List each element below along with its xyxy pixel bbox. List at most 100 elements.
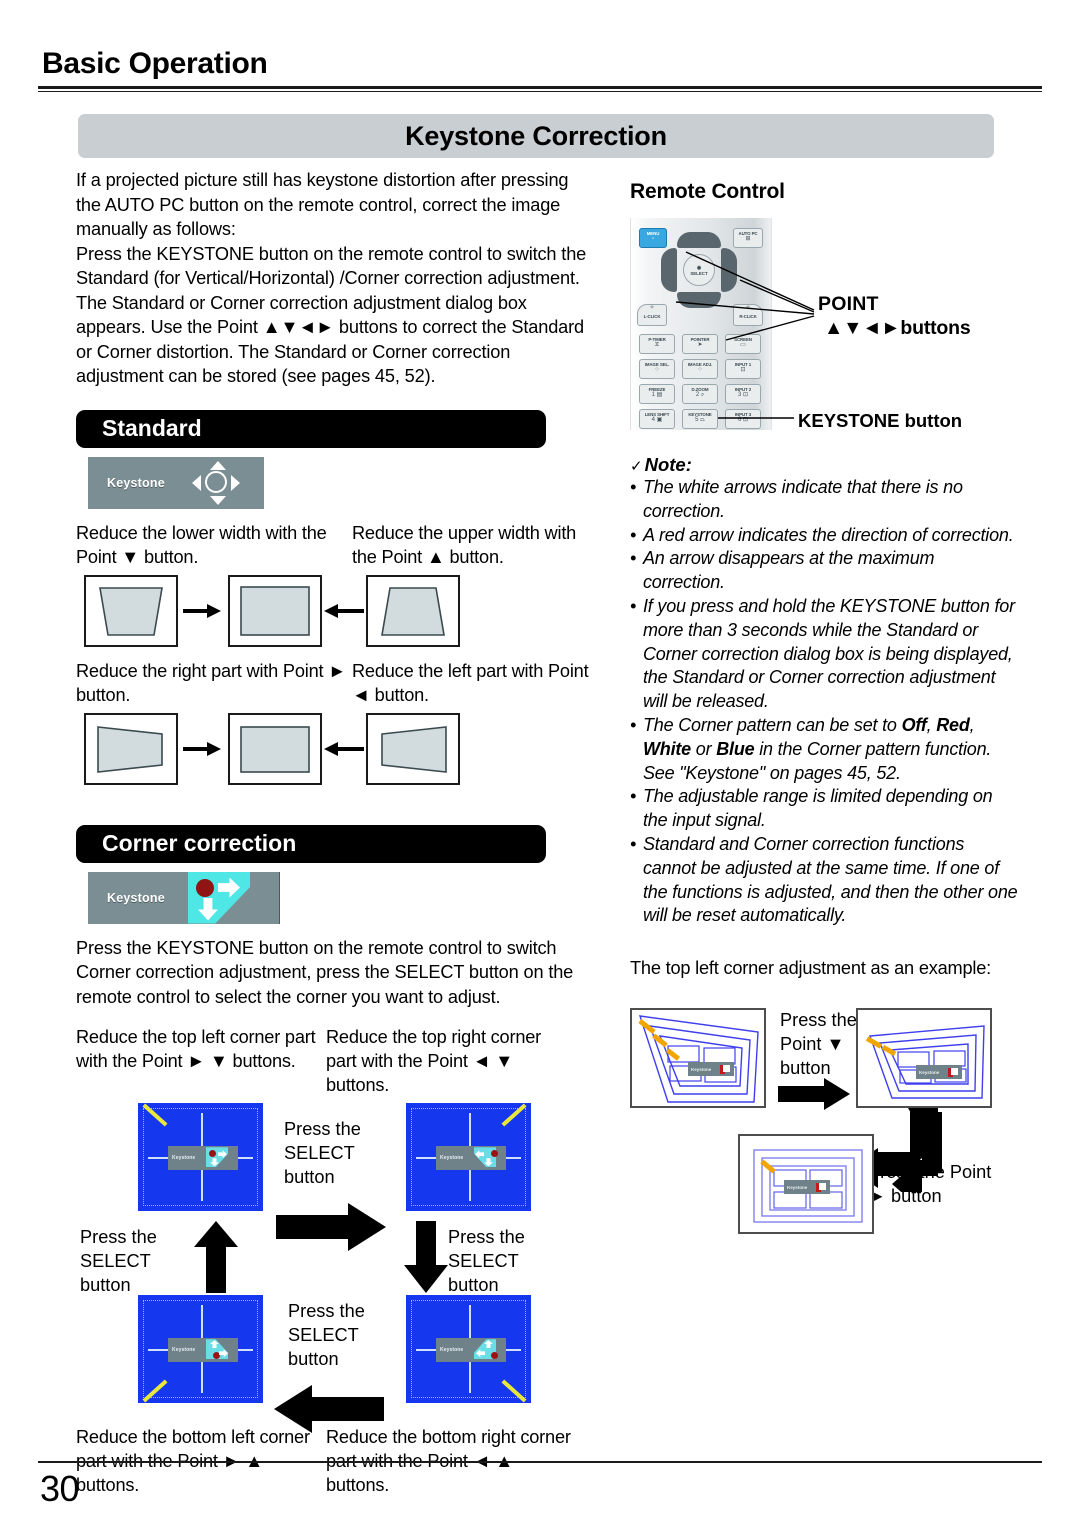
note-title: ✓ Note:: [630, 454, 1020, 476]
select-arrow-down-icon: [404, 1221, 448, 1293]
point-label-line1: POINT: [818, 293, 879, 315]
corner-pattern-icon: [206, 1147, 232, 1169]
arrow-right-icon: [183, 603, 223, 618]
arrow-left-icon: [324, 741, 364, 756]
corner-diagram-grid: Keystone Press the SELECT button Keyston…: [76, 1103, 596, 1433]
note-item: The Corner pattern can be set to Off, Re…: [630, 714, 1020, 785]
diagram-trapezoid-narrow-top: [366, 574, 460, 647]
example-diagram-row: Keystone Press the Point ▼ button Keysto…: [630, 1000, 1020, 1240]
white-arrow-icon: [818, 1183, 826, 1191]
right-column: Remote Control MENU ▫ AUTO PC ⊞ ◉ SELECT…: [630, 180, 1020, 1240]
footer-rule: [38, 1461, 1042, 1463]
header-rule-thick: [38, 86, 1042, 89]
screen-osd-label: Keystone: [440, 1347, 464, 1354]
select-arrow-up-icon: [194, 1221, 238, 1293]
screen-keystone-osd: Keystone: [436, 1338, 506, 1362]
press-select-bottom-label: Press the SELECT button: [288, 1301, 365, 1369]
corner-captions-top: Reduce the top left corner part with the…: [76, 1025, 596, 1097]
example-keystone-osd: Keystone: [784, 1180, 830, 1195]
example-screen-step-1: Keystone: [630, 1008, 766, 1109]
corner-keystone-osd: Keystone: [88, 871, 280, 924]
white-arrow-icon: [722, 1065, 730, 1073]
standard-captions-row-1: Reduce the lower width with the Point ▼ …: [76, 521, 596, 569]
corner-intro-paragraph: Press the KEYSTONE button on the remote …: [76, 936, 596, 1010]
section-title-bar: Keystone Correction: [78, 114, 994, 158]
screen-keystone-osd: Keystone: [168, 1338, 238, 1362]
page-number: 30: [40, 1468, 80, 1509]
note-title-text: Note:: [644, 454, 692, 475]
keystone-button-label: KEYSTONE button: [798, 410, 963, 431]
header-rule-thin: [38, 91, 1042, 92]
note-item: If you press and hold the KEYSTONE butto…: [630, 595, 1020, 714]
note-item: A red arrow indicates the direction of c…: [630, 524, 1020, 548]
corner-screen-bottom-right: Keystone: [406, 1295, 531, 1403]
arrow-down-icon: [210, 495, 226, 505]
intro-paragraph: If a projected picture still has keyston…: [76, 168, 596, 389]
red-dot-icon: [196, 878, 214, 897]
screen-keystone-osd: Keystone: [436, 1146, 506, 1170]
note-item: The white arrows indicate that there is …: [630, 476, 1020, 524]
select-arrow-left-icon: [274, 1385, 384, 1433]
example-block: The top left corner adjustment as an exa…: [630, 956, 1020, 1240]
example-intro: The top left corner adjustment as an exa…: [630, 958, 992, 979]
standard-keystone-osd: Keystone: [88, 456, 264, 509]
diagram-trapezoid-narrow-bottom: [84, 574, 178, 647]
standard-section-label: Standard: [102, 415, 202, 441]
press-select-top-label: Press the SELECT button: [284, 1119, 361, 1187]
corner-pattern-icon: [474, 1147, 500, 1169]
arrow-right-icon: [183, 741, 223, 756]
corner-section-label: Corner correction: [102, 830, 297, 856]
press-select-left-label: Press the SELECT button: [80, 1227, 157, 1295]
point-buttons-label: POINT ▲▼◄►buttons: [818, 293, 971, 340]
intro-text: If a projected picture still has keyston…: [76, 170, 587, 386]
example-osd-label: Keystone: [919, 1069, 940, 1075]
example-osd-label: Keystone: [787, 1184, 808, 1190]
corner-pattern-icon: [188, 871, 250, 924]
caption-reduce-upper-width: Reduce the upper width with the Point ▲ …: [352, 522, 577, 567]
chapter-title: Basic Operation: [42, 47, 268, 80]
corner-screen-top-left: Keystone: [138, 1103, 263, 1211]
example-screen-step-2: Keystone: [856, 1008, 992, 1109]
diagram-trapezoid-narrow-right: [84, 712, 178, 785]
caption-reduce-left-part: Reduce the left part with Point ◄ button…: [352, 660, 589, 705]
caption-top-right-corner: Reduce the top right corner part with th…: [326, 1027, 541, 1095]
standard-diagram-row-2: [84, 712, 596, 785]
caption-reduce-lower-width: Reduce the lower width with the Point ▼ …: [76, 522, 327, 567]
corner-pattern-icon: [474, 1339, 500, 1361]
corner-screen-top-right: Keystone: [406, 1103, 531, 1211]
example-arrow-right-icon: [778, 1078, 850, 1111]
left-column: If a projected picture still has keyston…: [76, 168, 596, 1497]
arrow-gap-2: [322, 603, 366, 618]
corner-screen-bottom-left: Keystone: [138, 1295, 263, 1403]
select-arrow-right-icon: [276, 1203, 386, 1251]
arrow-up-icon: [210, 460, 226, 470]
note-block: ✓Note: The white arrows indicate that th…: [630, 454, 1020, 928]
corner-intro-text: Press the KEYSTONE button on the remote …: [76, 937, 574, 1007]
press-point-down-label: Press the Point ▼ button: [780, 1010, 857, 1079]
white-arrow-icon: [950, 1068, 958, 1076]
standard-diagram-row-1: [84, 574, 596, 647]
caption-top-left-corner: Reduce the top left corner part with the…: [76, 1027, 316, 1071]
arrow-gap-3: [178, 741, 228, 756]
arrow-gap-4: [322, 741, 366, 756]
press-point-right-label: Press the Point ► button: [868, 1162, 992, 1207]
screen-osd-label: Keystone: [172, 1347, 196, 1354]
example-osd-label: Keystone: [691, 1066, 712, 1072]
corner-pattern-icon: [206, 1339, 232, 1361]
note-item: An arrow disappears at the maximum corre…: [630, 547, 1020, 595]
note-item: Standard and Corner correction functions…: [630, 833, 1020, 928]
diagram-trapezoid-narrow-left: [366, 712, 460, 785]
arrow-left-icon: [324, 603, 364, 618]
note-list: The white arrows indicate that there is …: [630, 476, 1020, 928]
arrow-gap-1: [178, 603, 228, 618]
corner-section-bar: Corner correction: [76, 824, 546, 863]
press-select-right-label: Press the SELECT button: [448, 1227, 525, 1295]
diagram-rectangle-corrected-1: [228, 574, 322, 647]
corner-cyan-wedge-icon: [188, 871, 250, 924]
osd-label-keystone: Keystone: [107, 475, 165, 490]
example-keystone-osd: Keystone: [688, 1062, 734, 1077]
dpad-hub-icon: [205, 470, 227, 493]
arrow-right-icon: [231, 474, 240, 491]
caption-reduce-right-part: Reduce the right part with Point ► butto…: [76, 660, 347, 705]
example-screen-step-3: Keystone: [738, 1134, 874, 1235]
